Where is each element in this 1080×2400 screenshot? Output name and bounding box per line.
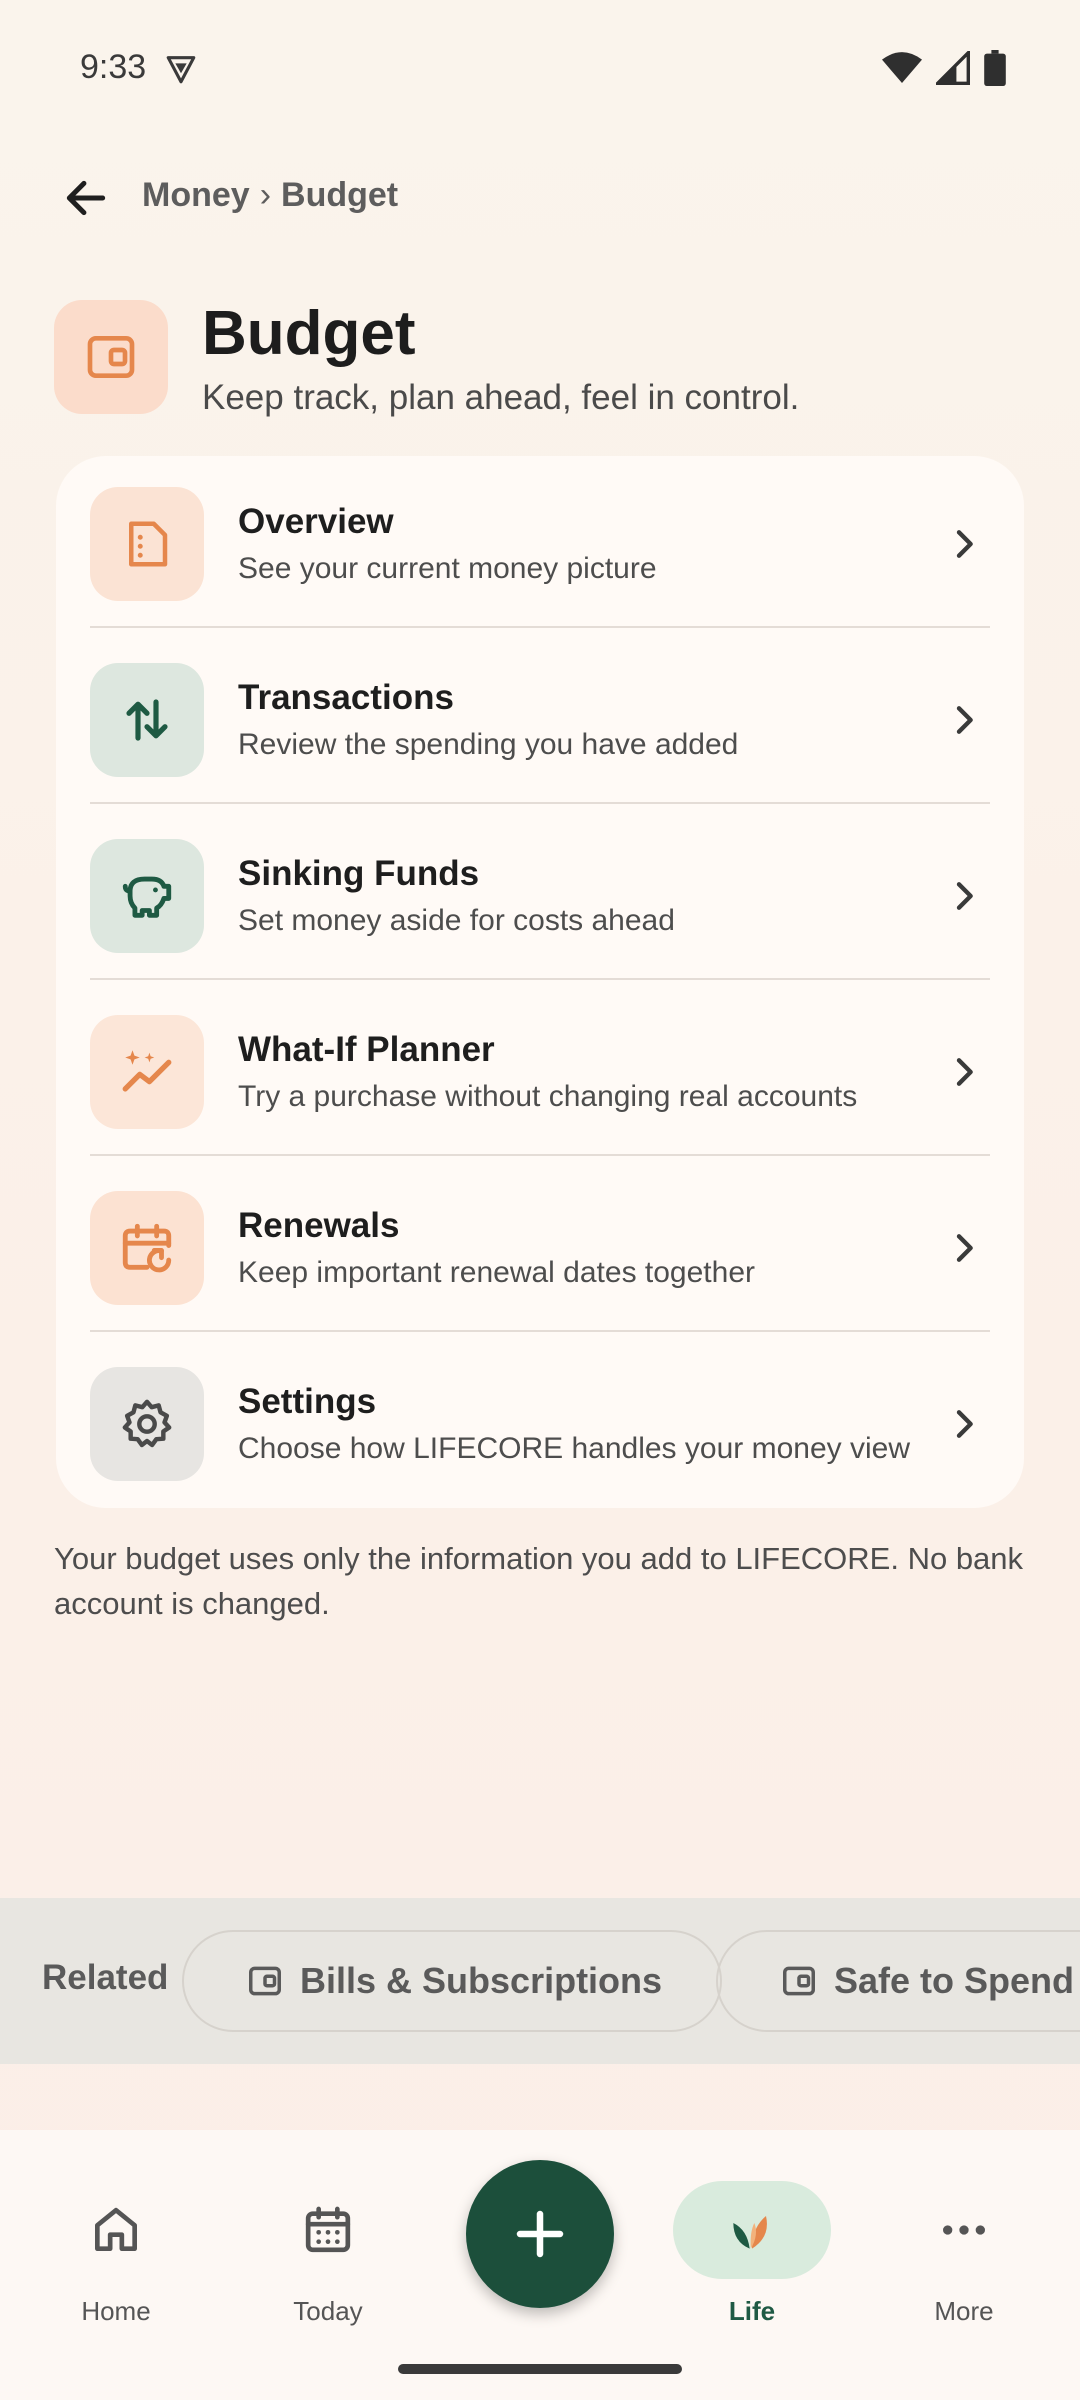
menu-item-settings[interactable]: Settings Choose how LIFECORE handles you… xyxy=(90,1336,990,1512)
menu-item-desc: Keep important renewal dates together xyxy=(238,1256,755,1289)
page-subtitle: Keep track, plan ahead, feel in control. xyxy=(202,378,800,417)
nav-label: More xyxy=(934,2296,994,2326)
battery-icon xyxy=(984,50,1006,86)
chevron-right-icon xyxy=(956,1058,973,1086)
breadcrumb-separator: › xyxy=(259,176,272,214)
more-icon xyxy=(943,2225,985,2235)
arrow-left-icon xyxy=(66,180,106,216)
menu-item-title: Settings xyxy=(238,1382,377,1421)
wallet-icon xyxy=(87,336,135,378)
budget-wallet-icon-box xyxy=(54,300,168,414)
nav-active-indicator xyxy=(673,2181,831,2279)
swap-vertical-icon xyxy=(126,699,168,741)
divider xyxy=(90,1154,990,1156)
nav-life[interactable]: Life xyxy=(672,2170,832,2327)
shield-icon xyxy=(166,56,196,84)
add-fab-button[interactable] xyxy=(466,2160,614,2308)
menu-item-title: Sinking Funds xyxy=(238,854,480,893)
plus-icon xyxy=(516,2210,564,2258)
menu-item-overview[interactable]: Overview See your current money picture xyxy=(90,456,990,632)
page-title: Budget xyxy=(202,299,416,368)
chevron-right-icon xyxy=(956,706,973,734)
sparkle-trend-icon xyxy=(122,1050,172,1092)
back-button[interactable] xyxy=(54,166,118,230)
menu-item-sinking-funds[interactable]: Sinking Funds Set money aside for costs … xyxy=(90,808,990,984)
menu-item-desc: Try a purchase without changing real acc… xyxy=(238,1080,858,1113)
nav-more[interactable]: More xyxy=(884,2170,1044,2327)
wifi-icon xyxy=(882,52,922,83)
related-label: Related xyxy=(42,1958,169,1997)
menu-item-icon-box xyxy=(90,1191,204,1305)
status-time: 9:33 xyxy=(80,48,147,86)
menu-item-what-if-planner[interactable]: What-If Planner Try a purchase without c… xyxy=(90,984,990,1160)
divider xyxy=(90,978,990,980)
calendar-icon xyxy=(305,2206,351,2253)
piggy-bank-icon xyxy=(122,876,172,918)
breadcrumb-parent[interactable]: Money xyxy=(142,176,250,215)
document-icon xyxy=(129,521,168,567)
breadcrumb-current: Budget xyxy=(281,176,399,214)
nav-label: Home xyxy=(81,2296,151,2326)
divider xyxy=(90,626,990,628)
gear-icon xyxy=(122,1399,172,1448)
menu-item-icon-box xyxy=(90,839,204,953)
leaf-icon xyxy=(733,2216,767,2249)
menu-item-title: Renewals xyxy=(238,1206,400,1245)
menu-item-title: Overview xyxy=(238,502,394,541)
breadcrumb: Money › Budget xyxy=(142,176,398,215)
menu-item-icon-box xyxy=(90,1367,204,1481)
nav-today[interactable]: Today xyxy=(248,2170,408,2327)
calendar-renew-icon xyxy=(122,1223,172,1273)
chip-label: Safe to Spend xyxy=(834,1960,1075,2001)
menu-item-icon-box xyxy=(90,1015,204,1129)
privacy-note: Your budget uses only the information yo… xyxy=(54,1541,1024,1621)
menu-item-icon-box xyxy=(90,487,204,601)
menu-item-title: Transactions xyxy=(238,678,454,717)
menu-item-icon-box xyxy=(90,663,204,777)
budget-menu-card: Overview See your current money picture … xyxy=(56,456,1024,1508)
status-icons xyxy=(882,50,1006,86)
menu-item-desc: Review the spending you have added xyxy=(238,728,739,761)
chip-safe-to-spend[interactable]: Safe to Spend xyxy=(716,1930,1080,2032)
menu-item-title: What-If Planner xyxy=(238,1030,495,1069)
chevron-right-icon xyxy=(956,1234,973,1262)
divider xyxy=(90,802,990,804)
home-icon xyxy=(95,2207,138,2251)
menu-item-desc: See your current money picture xyxy=(238,552,657,585)
wallet-icon xyxy=(783,1966,815,1996)
divider xyxy=(90,1330,990,1332)
status-bar: 9:33 xyxy=(0,0,1080,140)
nav-home[interactable]: Home xyxy=(36,2170,196,2327)
menu-item-renewals[interactable]: Renewals Keep important renewal dates to… xyxy=(90,1160,990,1336)
chevron-right-icon xyxy=(956,1410,973,1438)
wallet-icon xyxy=(249,1966,281,1996)
chip-label: Bills & Subscriptions xyxy=(300,1960,663,2001)
cellular-icon xyxy=(936,51,970,85)
menu-item-transactions[interactable]: Transactions Review the spending you hav… xyxy=(90,632,990,808)
nav-label: Today xyxy=(293,2296,363,2326)
chevron-right-icon xyxy=(956,882,973,910)
home-indicator[interactable] xyxy=(398,2364,682,2374)
menu-item-desc: Set money aside for costs ahead xyxy=(238,904,675,937)
chevron-right-icon xyxy=(956,530,973,558)
nav-label: Life xyxy=(728,2296,776,2326)
chip-bills-subscriptions[interactable]: Bills & Subscriptions xyxy=(182,1930,723,2032)
related-strip[interactable]: Related Bills & Subscriptions Safe to Sp… xyxy=(0,1898,1080,2064)
menu-item-desc: Choose how LIFECORE handles your money v… xyxy=(238,1432,910,1465)
